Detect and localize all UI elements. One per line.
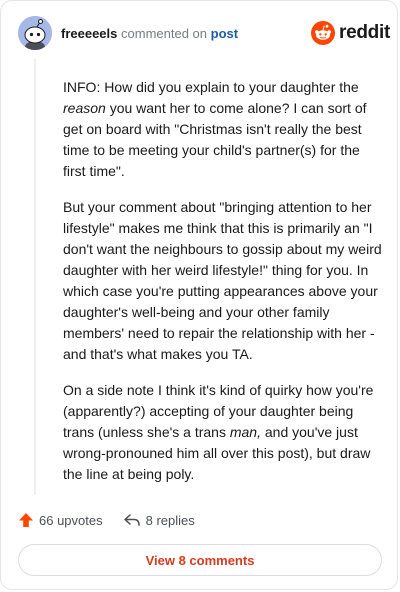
upvote-button[interactable]: 66 upvotes xyxy=(18,512,103,528)
reply-arrow-icon xyxy=(123,514,140,526)
comment-paragraph: INFO: How did you explain to your daught… xyxy=(63,77,383,182)
thread-line[interactable] xyxy=(34,59,36,495)
replies-button[interactable]: 8 replies xyxy=(123,512,195,528)
comment-card: freeeeels commented on post reddit INFO:… xyxy=(0,0,398,590)
snoo-avatar-icon xyxy=(18,16,52,50)
reddit-logo-icon xyxy=(311,21,335,45)
commented-on-text: commented on xyxy=(121,26,208,41)
user-avatar[interactable] xyxy=(18,16,52,50)
reddit-wordmark: reddit xyxy=(339,22,390,43)
upvote-count: 66 upvotes xyxy=(39,512,103,528)
username-link[interactable]: freeeeels xyxy=(61,26,117,41)
comment-text: INFO: How did you explain to your daught… xyxy=(63,79,359,95)
comment-paragraph: On a side note I think it's kind of quir… xyxy=(63,380,383,485)
upvote-arrow-icon xyxy=(19,513,33,527)
comment-text: you want her to come alone? I can sort o… xyxy=(63,100,367,179)
reddit-brand[interactable]: reddit xyxy=(311,21,390,45)
comment-paragraph: But your comment about "bringing attenti… xyxy=(63,199,382,362)
post-link[interactable]: post xyxy=(211,26,238,41)
reply-count: 8 replies xyxy=(145,512,195,528)
comment-header: freeeeels commented on post xyxy=(61,26,238,42)
comment-emphasis: reason xyxy=(63,100,106,116)
comment-emphasis: man, xyxy=(229,424,261,440)
comment-body: INFO: How did you explain to your daught… xyxy=(63,77,383,500)
comment-actions: 66 upvotes 8 replies xyxy=(18,509,195,531)
view-comments-button[interactable]: View 8 comments xyxy=(18,544,382,576)
